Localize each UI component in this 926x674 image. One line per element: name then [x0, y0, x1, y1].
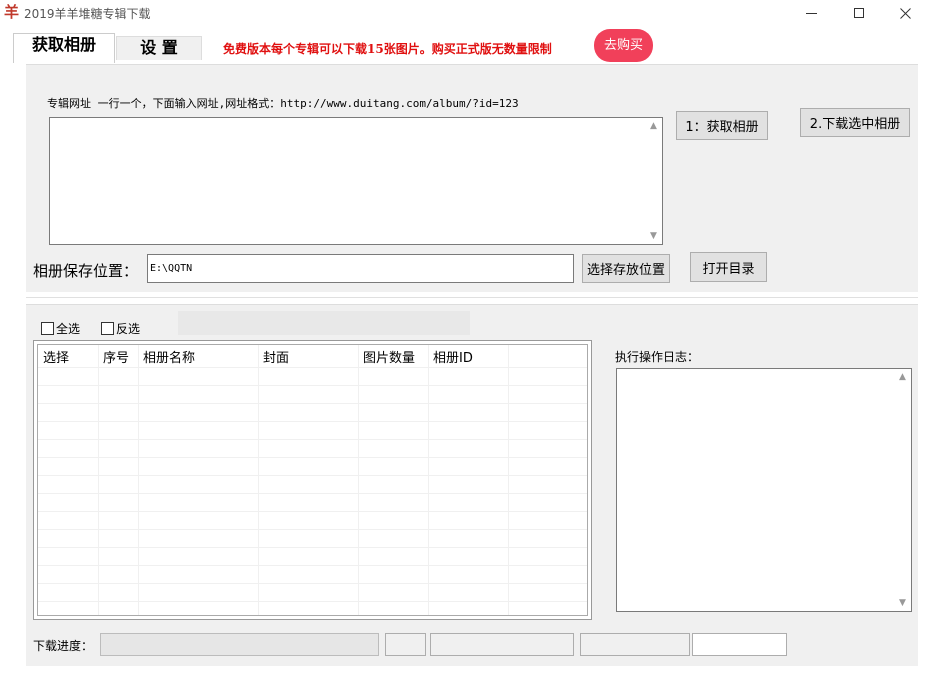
buy-button[interactable]: 去购买	[594, 29, 653, 62]
save-location-label: 相册保存位置：	[33, 262, 139, 280]
url-textarea-scrollbar[interactable]: ▲ ▼	[645, 118, 662, 244]
checkbox-icon	[41, 321, 54, 335]
scroll-up-icon[interactable]: ▲	[645, 120, 662, 132]
row-divider	[38, 439, 587, 440]
column-header-select[interactable]: 选择	[43, 347, 69, 366]
row-divider	[38, 457, 587, 458]
url-hint-label: 专辑网址 一行一个，下面输入网址,网址格式：http://www.duitang…	[47, 97, 519, 110]
close-button[interactable]	[882, 0, 926, 26]
row-divider	[38, 493, 587, 494]
row-divider	[38, 511, 587, 512]
scroll-up-icon[interactable]: ▲	[894, 371, 911, 383]
status-field-3	[580, 633, 690, 656]
row-divider	[38, 565, 587, 566]
minimize-button[interactable]	[788, 0, 834, 26]
close-icon	[899, 7, 911, 19]
download-progress-label: 下载进度：	[33, 639, 94, 653]
fetch-album-button[interactable]: 1：获取相册	[676, 111, 768, 140]
download-selected-button[interactable]: 2.下载选中相册	[800, 108, 910, 137]
invert-select-checkbox[interactable]: 反选	[101, 320, 140, 336]
row-divider	[38, 367, 587, 368]
status-field-4	[692, 633, 787, 656]
log-textarea[interactable]: ▲ ▼	[616, 368, 912, 612]
row-divider	[38, 421, 587, 422]
log-label: 执行操作日志：	[615, 350, 700, 364]
column-header-album-name[interactable]: 相册名称	[143, 347, 195, 366]
maximize-icon	[854, 8, 864, 18]
promo-text: 免费版本每个专辑可以下载15张图片。购买正式版无数量限制	[223, 42, 552, 56]
open-directory-button[interactable]: 打开目录	[690, 252, 767, 282]
invert-select-label: 反选	[116, 321, 141, 336]
album-table[interactable]: 选择 序号 相册名称 封面 图片数量 相册ID	[37, 344, 588, 616]
minimize-icon	[805, 12, 817, 14]
window-title: 2019羊羊堆糖专辑下载	[24, 7, 151, 21]
album-url-textarea[interactable]	[49, 117, 663, 245]
column-header-cover[interactable]: 封面	[263, 347, 289, 366]
row-divider	[38, 529, 587, 530]
save-path-input[interactable]: E:\QQTN	[147, 254, 574, 283]
status-field-1	[385, 633, 426, 656]
row-divider	[38, 385, 587, 386]
row-divider	[38, 475, 587, 476]
download-progress-bar	[100, 633, 379, 656]
row-divider	[38, 583, 587, 584]
scroll-down-icon[interactable]: ▼	[894, 597, 911, 609]
checkbox-icon	[101, 321, 114, 335]
column-header-album-id[interactable]: 相册ID	[433, 347, 473, 366]
row-divider	[38, 403, 587, 404]
panel-divider	[26, 292, 918, 298]
status-field-2	[430, 633, 574, 656]
column-header-index[interactable]: 序号	[103, 347, 129, 366]
tab-get-albums[interactable]: 获取相册	[13, 33, 115, 63]
row-divider	[38, 601, 587, 602]
maximize-button[interactable]	[836, 0, 882, 26]
app-icon: 羊	[4, 3, 20, 21]
choose-location-button[interactable]: 选择存放位置	[582, 254, 670, 283]
scroll-down-icon[interactable]: ▼	[645, 230, 662, 242]
row-divider	[38, 547, 587, 548]
toolbar-strip	[178, 311, 470, 335]
select-all-checkbox[interactable]: 全选	[41, 320, 80, 336]
tab-settings[interactable]: 设 置	[116, 36, 202, 60]
column-header-image-count[interactable]: 图片数量	[363, 347, 415, 366]
select-all-label: 全选	[56, 321, 81, 336]
